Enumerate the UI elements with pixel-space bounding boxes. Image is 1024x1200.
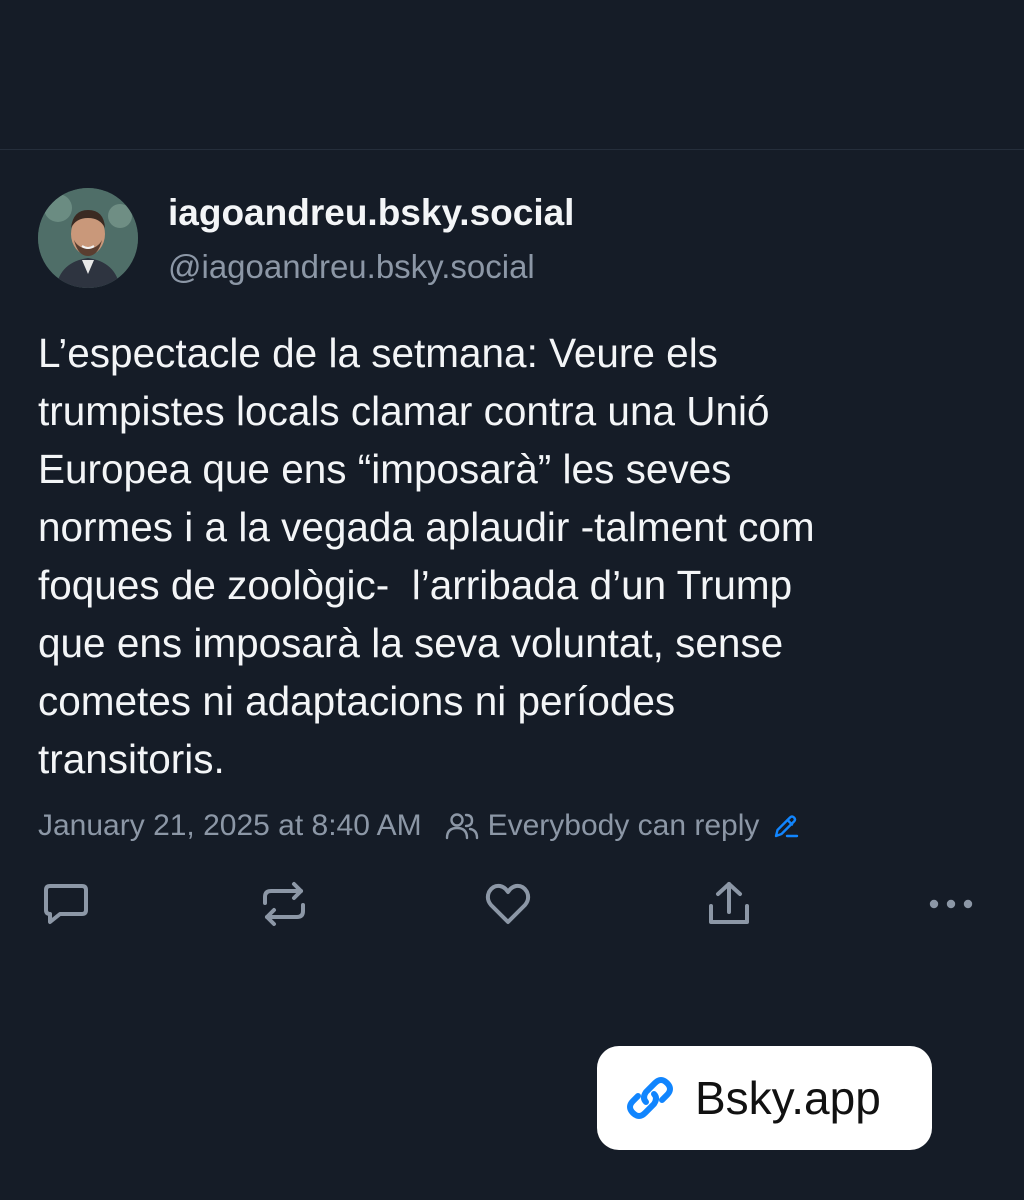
post-text-line: L’espectacle de la setmana: Veure els xyxy=(38,330,718,376)
bsky-app-badge[interactable]: Bsky.app xyxy=(597,1046,932,1150)
post-text-line: foques de zoològic- l’arribada d’un Trum… xyxy=(38,562,793,608)
top-divider xyxy=(0,149,1024,150)
post-text-line: que ens imposarà la seva voluntat, sense xyxy=(38,620,784,666)
post-text-line: cometes ni adaptacions ni períodes xyxy=(38,678,676,724)
reply-setting[interactable]: Everybody can reply xyxy=(488,809,760,843)
like-button[interactable] xyxy=(482,880,534,932)
ellipsis-icon xyxy=(928,897,974,915)
post-text-line: transitoris. xyxy=(38,736,225,782)
link-icon xyxy=(619,1067,681,1129)
display-name[interactable]: iagoandreu.bsky.social xyxy=(168,192,574,234)
post-text-line: trumpistes locals clamar contra una Unió xyxy=(38,388,770,434)
timestamp[interactable]: January 21, 2025 at 8:40 AM xyxy=(38,809,422,843)
share-upload-icon xyxy=(706,880,752,933)
pencil-icon[interactable] xyxy=(771,811,801,841)
repost-arrows-icon xyxy=(259,881,309,932)
people-icon xyxy=(444,810,480,842)
heart-icon xyxy=(484,882,532,931)
repost-button[interactable] xyxy=(258,880,310,932)
post-text-line: normes i a la vegada aplaudir -talment c… xyxy=(38,504,815,550)
speech-bubble-icon xyxy=(42,882,90,931)
handle[interactable]: @iagoandreu.bsky.social xyxy=(168,248,535,286)
post-text-line: Europea que ens “imposarà” les seves xyxy=(38,446,732,492)
post-meta: January 21, 2025 at 8:40 AM Everybody ca… xyxy=(38,806,801,846)
badge-label: Bsky.app xyxy=(695,1072,881,1124)
avatar[interactable] xyxy=(38,188,138,288)
share-button[interactable] xyxy=(703,880,755,932)
post-text: L’espectacle de la setmana: Veure els tr… xyxy=(38,324,998,788)
more-options-button[interactable] xyxy=(925,880,977,932)
reply-button[interactable] xyxy=(40,880,92,932)
